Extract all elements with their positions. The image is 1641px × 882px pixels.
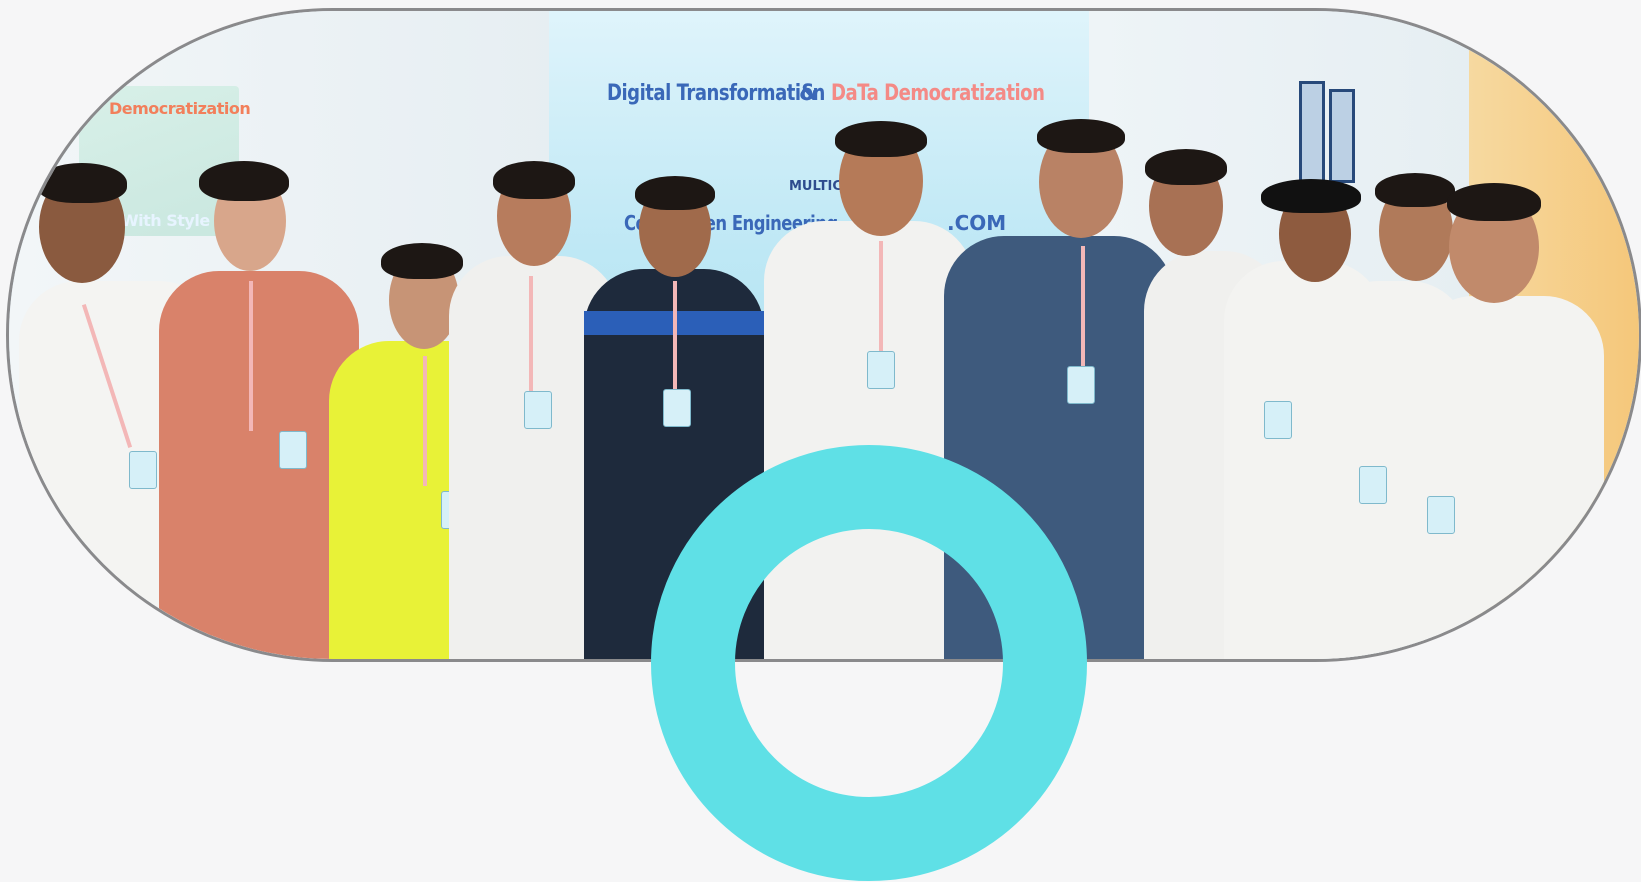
wall-frames: [1299, 81, 1359, 191]
wall-frame: [1299, 81, 1325, 187]
ring-icon: [651, 445, 1087, 881]
poster-title-part2: DaTa Democratization: [831, 81, 1045, 106]
left-poster-subline: With Style: [121, 211, 210, 230]
page: Democratization With Style Digital Trans…: [0, 0, 1641, 882]
poster-subtitle-suffix: .COM: [947, 211, 1007, 235]
left-poster-heading: Democratization: [109, 99, 251, 118]
poster-title-part1: Digital Transformation: [607, 81, 825, 106]
wall-frame: [1329, 89, 1355, 183]
poster-title-ampersand: &: [799, 81, 819, 106]
